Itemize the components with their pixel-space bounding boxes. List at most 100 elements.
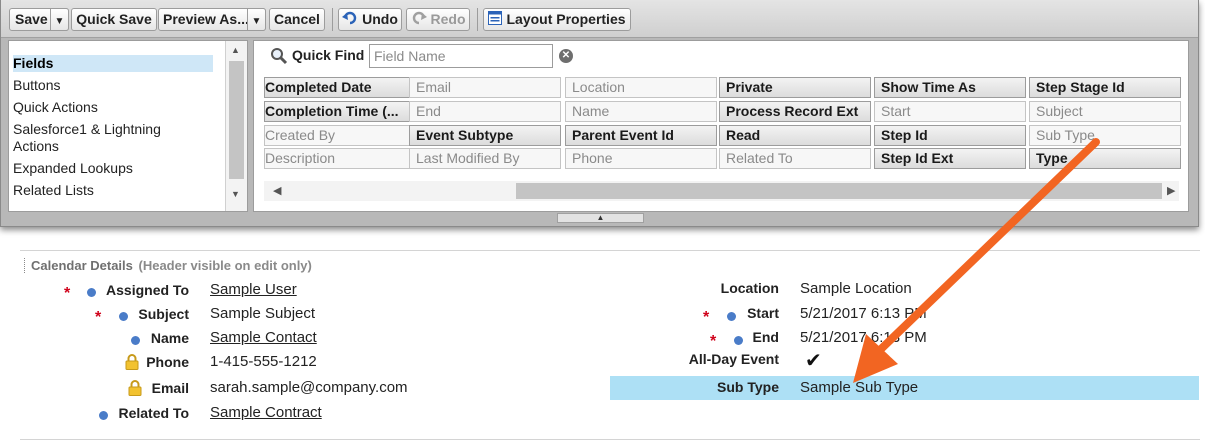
required-marker: * bbox=[64, 285, 71, 302]
lock-icon bbox=[125, 354, 139, 373]
indicator-dot-icon bbox=[131, 336, 140, 345]
redo-button[interactable]: Redo bbox=[406, 8, 470, 31]
field-value-related-to[interactable]: Sample Contract bbox=[210, 404, 322, 421]
field-value-location: Sample Location bbox=[800, 280, 912, 297]
layout-palette: Save ▼ Quick Save Preview As... ▼ Cancel… bbox=[0, 0, 1199, 227]
field-item-related-to: Related To bbox=[719, 148, 871, 169]
field-horizontal-scrollbar[interactable]: ◀ ▶ bbox=[264, 181, 1179, 201]
field-label-location[interactable]: Location bbox=[721, 280, 779, 296]
field-value-email: sarah.sample@company.com bbox=[210, 379, 408, 396]
redo-label: Redo bbox=[430, 11, 466, 27]
field-item-start: Start bbox=[874, 101, 1026, 122]
field-item-step-stage-id[interactable]: Step Stage Id bbox=[1029, 77, 1181, 98]
field-item-step-id-ext[interactable]: Step Id Ext bbox=[874, 148, 1026, 169]
field-item-show-time-as[interactable]: Show Time As bbox=[874, 77, 1026, 98]
cancel-button[interactable]: Cancel bbox=[269, 8, 325, 31]
checkmark-icon: ✔ bbox=[805, 350, 822, 372]
toolbar: Save ▼ Quick Save Preview As... ▼ Cancel… bbox=[1, 0, 1198, 38]
indicator-dot-icon bbox=[734, 336, 743, 345]
field-item-completion-time[interactable]: Completion Time (... bbox=[264, 101, 416, 122]
field-label-name[interactable]: Name bbox=[151, 330, 189, 346]
section-subtitle: (Header visible on edit only) bbox=[138, 258, 312, 273]
category-item-related-lists[interactable]: Related Lists bbox=[13, 182, 213, 199]
field-value-end: 5/21/2017 6:13 PM bbox=[800, 329, 927, 346]
indicator-dot-icon bbox=[87, 288, 96, 297]
save-menu-button[interactable]: ▼ bbox=[50, 8, 69, 31]
field-item-name: Name bbox=[565, 101, 717, 122]
preview-as-label: Preview As... bbox=[163, 11, 249, 27]
scroll-up-icon[interactable]: ▲ bbox=[231, 45, 240, 55]
field-value-start: 5/21/2017 6:13 PM bbox=[800, 305, 927, 322]
layout-properties-label: Layout Properties bbox=[506, 11, 626, 27]
category-item-buttons[interactable]: Buttons bbox=[13, 77, 213, 94]
required-marker: * bbox=[703, 309, 710, 326]
indicator-dot-icon bbox=[119, 312, 128, 321]
field-item-email: Email bbox=[409, 77, 561, 98]
section-bottom-divider bbox=[20, 439, 1200, 440]
field-item-created-by: Created By bbox=[264, 125, 416, 146]
magnifier-icon bbox=[270, 47, 288, 68]
drop-zone-outline bbox=[108, 228, 228, 229]
quick-find-label: Quick Find bbox=[292, 47, 365, 63]
category-item-salesforce1-lightning[interactable]: Salesforce1 & Lightning bbox=[13, 121, 213, 138]
category-item-quick-actions[interactable]: Quick Actions bbox=[13, 99, 213, 116]
field-label-assigned-to[interactable]: Assigned To bbox=[106, 282, 189, 298]
field-label-all-day-event[interactable]: All-Day Event bbox=[689, 351, 779, 367]
palette-collapse-handle[interactable]: ▲ bbox=[557, 213, 644, 223]
field-item-description: Description bbox=[264, 148, 416, 169]
field-item-step-id[interactable]: Step Id bbox=[874, 125, 1026, 146]
field-value-assigned-to[interactable]: Sample User bbox=[210, 281, 297, 298]
required-marker: * bbox=[710, 333, 717, 350]
required-marker: * bbox=[95, 309, 102, 326]
field-value-phone: 1-415-555-1212 bbox=[210, 353, 317, 370]
field-scroll-thumb[interactable] bbox=[516, 183, 1162, 199]
category-scroll-thumb[interactable] bbox=[229, 61, 244, 179]
field-item-type[interactable]: Type bbox=[1029, 148, 1181, 169]
category-item-expanded-lookups[interactable]: Expanded Lookups bbox=[13, 160, 213, 177]
field-label-sub-type[interactable]: Sub Type bbox=[717, 379, 779, 395]
collapse-up-icon: ▲ bbox=[596, 213, 605, 222]
field-item-event-subtype[interactable]: Event Subtype bbox=[409, 125, 561, 146]
undo-icon bbox=[342, 10, 358, 31]
preview-as-menu-button[interactable]: ▼ bbox=[247, 8, 266, 31]
clear-icon[interactable]: ✕ bbox=[559, 49, 573, 63]
lock-icon bbox=[128, 380, 142, 399]
field-item-read[interactable]: Read bbox=[719, 125, 871, 146]
scroll-right-icon[interactable]: ▶ bbox=[1167, 184, 1175, 197]
field-item-last-modified-by: Last Modified By bbox=[409, 148, 561, 169]
layout-properties-button[interactable]: Layout Properties bbox=[483, 8, 631, 31]
undo-button[interactable]: Undo bbox=[338, 8, 402, 31]
field-item-parent-event-id[interactable]: Parent Event Id bbox=[565, 125, 717, 146]
field-value-name[interactable]: Sample Contact bbox=[210, 329, 317, 346]
section-header[interactable]: Calendar Details (Header visible on edit… bbox=[24, 258, 312, 273]
category-item-fields[interactable]: Fields bbox=[13, 55, 213, 72]
layout-properties-icon bbox=[488, 10, 503, 31]
field-item-private[interactable]: Private bbox=[719, 77, 871, 98]
field-label-end[interactable]: End bbox=[753, 329, 779, 345]
save-label: Save bbox=[15, 11, 48, 27]
field-label-related-to[interactable]: Related To bbox=[118, 405, 189, 421]
palette-category-list: Fields Buttons Quick Actions Salesforce1… bbox=[8, 40, 248, 212]
scroll-left-icon[interactable]: ◀ bbox=[273, 184, 281, 197]
undo-label: Undo bbox=[362, 11, 398, 27]
section-top-divider bbox=[20, 250, 1200, 251]
field-item-process-record-ext[interactable]: Process Record Ext bbox=[719, 101, 871, 122]
caret-down-icon: ▼ bbox=[54, 16, 65, 27]
indicator-dot-icon bbox=[727, 312, 736, 321]
scroll-down-icon[interactable]: ▼ bbox=[231, 189, 240, 199]
redo-icon bbox=[411, 10, 427, 31]
category-item-actions[interactable]: Actions bbox=[13, 138, 213, 155]
field-label-email[interactable]: Email bbox=[152, 380, 189, 396]
field-item-end: End bbox=[409, 101, 561, 122]
field-label-subject[interactable]: Subject bbox=[138, 306, 189, 322]
field-item-phone: Phone bbox=[565, 148, 717, 169]
toolbar-separator bbox=[477, 8, 478, 31]
field-label-phone[interactable]: Phone bbox=[146, 354, 189, 370]
quick-find-input[interactable] bbox=[369, 44, 553, 68]
quick-save-button[interactable]: Quick Save bbox=[71, 8, 157, 31]
field-label-start[interactable]: Start bbox=[747, 305, 779, 321]
caret-down-icon: ▼ bbox=[251, 16, 262, 27]
category-scrollbar[interactable]: ▲ ▼ bbox=[225, 41, 247, 211]
field-item-completed-date[interactable]: Completed Date bbox=[264, 77, 416, 98]
field-item-subject: Subject bbox=[1029, 101, 1181, 122]
